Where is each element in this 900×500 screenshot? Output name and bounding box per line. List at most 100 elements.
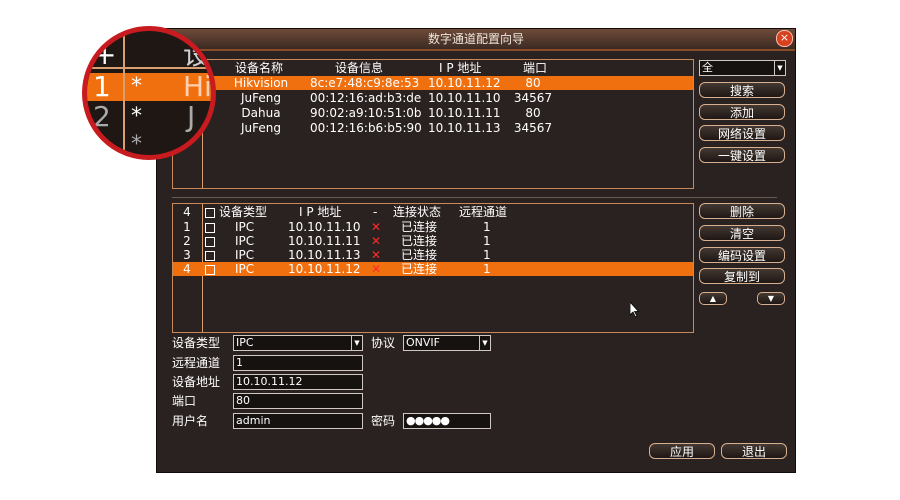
apply-button[interactable]: 应用: [649, 443, 715, 459]
window-title: 数字通道配置向导: [427, 32, 524, 46]
row-checkbox[interactable]: [205, 220, 215, 234]
channel-remote: 1: [483, 248, 491, 262]
username-input[interactable]: admin: [233, 413, 363, 429]
row-checkbox[interactable]: [205, 248, 215, 262]
magnifier-row: *: [87, 131, 211, 157]
search-results-list[interactable]: 设备名称 设备信息 I P 地址 端口 Hikvision 8c:e7:48:c…: [172, 59, 694, 189]
magnifier-divider: [123, 31, 125, 155]
search-row[interactable]: Dahua 90:02:a9:10:51:0b 10.10.11.11 80: [173, 106, 693, 120]
search-row[interactable]: JuFeng 00:12:16:ad:b3:de 10.10.11.10 345…: [173, 91, 693, 105]
device-type-label: 设备类型: [172, 336, 221, 350]
copy-to-button[interactable]: 复制到: [699, 268, 785, 284]
row-checkbox[interactable]: [205, 262, 215, 276]
close-icon[interactable]: ×: [776, 30, 793, 47]
protocol-select[interactable]: ONVIF ▼: [403, 335, 491, 351]
row-checkbox[interactable]: [205, 234, 215, 248]
network-settings-button[interactable]: 网络设置: [699, 125, 785, 141]
search-row[interactable]: JuFeng 00:12:16:b6:b5:90 10.10.11.13 345…: [173, 121, 693, 135]
header-connection-status: 连接状态: [393, 205, 442, 219]
device-ip: 10.10.11.13: [428, 121, 501, 135]
username-label: 用户名: [172, 414, 209, 428]
header-ip: I P 地址: [439, 61, 482, 75]
channel-ip: 10.10.11.11: [288, 234, 361, 248]
header-device-info: 设备信息: [335, 61, 384, 75]
magnifier-text: Hi: [183, 70, 212, 103]
device-info: 90:02:a9:10:51:0b: [310, 106, 422, 120]
filter-value: 全: [702, 61, 713, 74]
device-info: 00:12:16:ad:b3:de: [310, 91, 422, 105]
header-port: 端口: [523, 61, 548, 75]
channel-number: 3: [183, 248, 191, 262]
channel-row[interactable]: 1 IPC 10.10.11.10 ✕ 已连接 1: [173, 220, 693, 234]
disconnect-icon[interactable]: ✕: [371, 234, 381, 248]
chevron-down-icon: ▼: [479, 336, 490, 350]
channel-device-type: IPC: [235, 220, 255, 234]
disconnect-icon[interactable]: ✕: [371, 220, 381, 234]
channel-number: 1: [183, 220, 191, 234]
window-titlebar[interactable]: 数字通道配置向导 ×: [157, 29, 795, 51]
search-row[interactable]: Hikvision 8c:e7:48:c9:8e:53 10.10.11.12 …: [173, 76, 693, 90]
remote-channel-label: 远程通道: [172, 356, 221, 370]
channel-row[interactable]: 4 IPC 10.10.11.12 ✕ 已连接 1: [173, 262, 693, 276]
channel-device-type: IPC: [235, 248, 255, 262]
device-ip: 10.10.11.10: [428, 91, 501, 105]
exit-button[interactable]: 退出: [721, 443, 787, 459]
device-port: 80: [525, 76, 541, 90]
device-type-select[interactable]: IPC ▼: [233, 335, 363, 351]
device-type-value: IPC: [236, 336, 254, 349]
magnifier-text: J: [187, 100, 196, 133]
magnifier-star: *: [131, 132, 142, 157]
channel-remote: 1: [483, 220, 491, 234]
search-list-header: 设备名称 设备信息 I P 地址 端口: [173, 61, 693, 75]
channel-config-window: 数字通道配置向导 × 设备名称 设备信息 I P 地址 端口 Hikvision…: [156, 28, 796, 473]
channel-status: 已连接: [401, 234, 438, 248]
encode-settings-button[interactable]: 编码设置: [699, 247, 785, 263]
port-label: 端口: [172, 394, 197, 408]
magnifier-star: *: [131, 104, 142, 129]
disconnect-icon[interactable]: ✕: [371, 248, 381, 262]
disconnect-icon[interactable]: ✕: [371, 262, 381, 276]
channel-list-header: 4 设备类型 I P 地址 - 连接状态 远程通道: [173, 205, 693, 219]
select-all-checkbox[interactable]: [205, 205, 215, 219]
port-input[interactable]: 80: [233, 393, 363, 409]
channel-count: 4: [183, 205, 191, 219]
search-button[interactable]: 搜索: [699, 82, 785, 98]
header-device-name: 设备名称: [235, 61, 284, 75]
filter-dropdown[interactable]: 全 ▼: [699, 60, 786, 76]
move-down-button[interactable]: ▼: [757, 292, 785, 305]
magnifier-divider: [87, 67, 211, 69]
device-address-input[interactable]: 10.10.11.12: [233, 374, 363, 390]
channel-remote: 1: [483, 262, 491, 276]
device-port: 34567: [513, 121, 553, 135]
channel-remote: 1: [483, 234, 491, 248]
device-ip: 10.10.11.11: [428, 106, 501, 120]
delete-button[interactable]: 删除: [699, 203, 785, 219]
channel-ip: 10.10.11.12: [288, 262, 361, 276]
channel-list[interactable]: 4 设备类型 I P 地址 - 连接状态 远程通道 1 IPC 10.10.11…: [172, 203, 694, 333]
header-dash: -: [373, 205, 378, 219]
channel-ip: 10.10.11.13: [288, 248, 361, 262]
channel-row[interactable]: 3 IPC 10.10.11.13 ✕ 已连接 1: [173, 248, 693, 262]
channel-status: 已连接: [401, 220, 438, 234]
device-port: 34567: [513, 91, 553, 105]
move-up-button[interactable]: ▲: [699, 292, 727, 305]
device-name: Dahua: [241, 106, 281, 120]
magnifier-text: 设: [183, 38, 212, 71]
channel-status: 已连接: [401, 262, 438, 276]
channel-row[interactable]: 2 IPC 10.10.11.11 ✕ 已连接 1: [173, 234, 693, 248]
one-click-setup-button[interactable]: 一键设置: [699, 147, 785, 163]
remote-channel-input[interactable]: 1: [233, 355, 363, 371]
protocol-label: 协议: [371, 336, 396, 350]
add-button[interactable]: 添加: [699, 104, 785, 120]
password-input[interactable]: ●●●●●: [403, 413, 491, 429]
device-address-label: 设备地址: [172, 375, 221, 389]
header-device-type: 设备类型: [219, 205, 268, 219]
device-ip: 10.10.11.12: [428, 76, 501, 90]
header-remote-channel: 远程通道: [459, 205, 508, 219]
clear-button[interactable]: 清空: [699, 225, 785, 241]
magnifier-number: +: [93, 38, 117, 71]
magnifier-row: + 设: [87, 41, 211, 69]
device-name: Hikvision: [233, 76, 289, 90]
device-info: 8c:e7:48:c9:8e:53: [310, 76, 420, 90]
magnifier-callout: + 设 1 * Hi 2 * J *: [82, 26, 216, 160]
